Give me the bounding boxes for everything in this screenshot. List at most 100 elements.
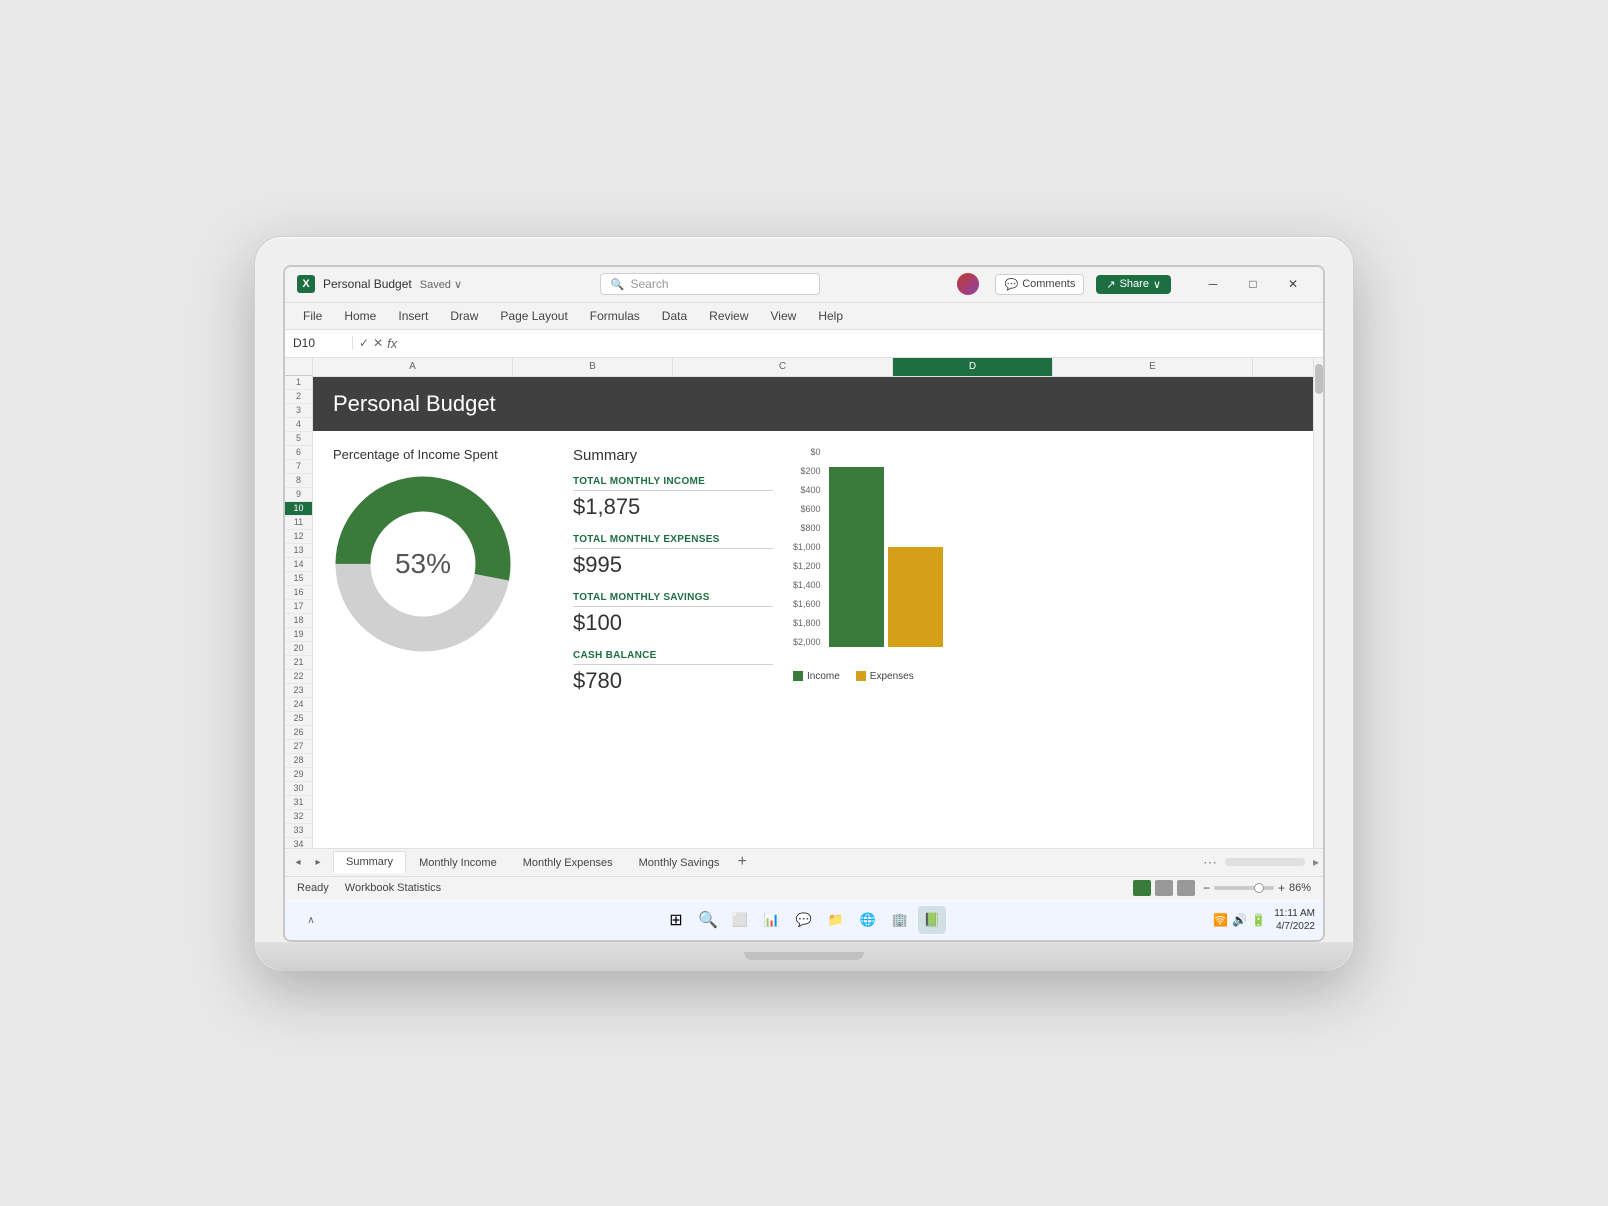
workbook-stats[interactable]: Workbook Statistics — [345, 882, 441, 894]
row-8[interactable]: 8 — [285, 474, 312, 488]
network-icon[interactable]: 🛜 — [1213, 913, 1228, 927]
formula-controls: ✓ ✕ fx — [359, 336, 397, 351]
tab-review[interactable]: Review — [699, 303, 758, 329]
zoom-control[interactable]: − + 86% — [1203, 881, 1311, 895]
cancel-icon[interactable]: ✕ — [373, 336, 383, 351]
taskbar-teams-icon[interactable]: 💬 — [790, 906, 818, 934]
row-3[interactable]: 3 — [285, 404, 312, 418]
search-box[interactable]: 🔍 Search — [600, 273, 820, 295]
sheet-tab-summary[interactable]: Summary — [333, 851, 406, 873]
row-21[interactable]: 21 — [285, 656, 312, 670]
tab-file[interactable]: File — [293, 303, 332, 329]
tab-formulas[interactable]: Formulas — [580, 303, 650, 329]
col-b[interactable]: B — [513, 358, 673, 376]
sheet-tab-monthly-income[interactable]: Monthly Income — [406, 852, 510, 873]
row-17[interactable]: 17 — [285, 600, 312, 614]
taskbar-search-icon[interactable]: 🔍 — [694, 906, 722, 934]
row-32[interactable]: 32 — [285, 810, 312, 824]
row-27[interactable]: 27 — [285, 740, 312, 754]
taskbar-clock[interactable]: 11:11 AM 4/7/2022 — [1274, 907, 1315, 933]
row-16[interactable]: 16 — [285, 586, 312, 600]
check-mark-icon[interactable]: ✓ — [359, 336, 369, 351]
row-11[interactable]: 11 — [285, 516, 312, 530]
tab-help[interactable]: Help — [808, 303, 853, 329]
tab-data[interactable]: Data — [652, 303, 697, 329]
nav-prev-button[interactable]: ◂ — [289, 853, 307, 871]
row-1[interactable]: 1 — [285, 376, 312, 390]
page-layout-view-icon[interactable] — [1155, 880, 1173, 896]
zoom-out-icon[interactable]: − — [1203, 881, 1210, 895]
row-24[interactable]: 24 — [285, 698, 312, 712]
avatar[interactable] — [957, 273, 979, 295]
sheet-tab-monthly-savings[interactable]: Monthly Savings — [626, 852, 733, 873]
row-4[interactable]: 4 — [285, 418, 312, 432]
row-12[interactable]: 12 — [285, 530, 312, 544]
row-25[interactable]: 25 — [285, 712, 312, 726]
row-30[interactable]: 30 — [285, 782, 312, 796]
row-9[interactable]: 9 — [285, 488, 312, 502]
taskbar-chevron-icon[interactable]: ∧ — [297, 906, 325, 934]
col-c[interactable]: C — [673, 358, 893, 376]
sheet-tab-monthly-expenses[interactable]: Monthly Expenses — [510, 852, 626, 873]
taskbar-widgets-icon[interactable]: 📊 — [758, 906, 786, 934]
row-13[interactable]: 13 — [285, 544, 312, 558]
add-sheet-button[interactable]: + — [732, 852, 752, 872]
row-26[interactable]: 26 — [285, 726, 312, 740]
share-button[interactable]: ↗ Share ∨ — [1096, 275, 1171, 294]
normal-view-icon[interactable] — [1133, 880, 1151, 896]
scrollbar-thumb[interactable] — [1315, 364, 1323, 394]
zoom-thumb[interactable] — [1254, 883, 1264, 893]
vertical-scrollbar[interactable] — [1313, 358, 1323, 848]
taskbar-excel-icon[interactable]: 📗 — [918, 906, 946, 934]
row-34[interactable]: 34 — [285, 838, 312, 848]
row-18[interactable]: 18 — [285, 614, 312, 628]
row-5[interactable]: 5 — [285, 432, 312, 446]
horizontal-scrollbar[interactable] — [1225, 858, 1305, 866]
taskbar-explorer-icon[interactable]: 📁 — [822, 906, 850, 934]
row-10[interactable]: 10 — [285, 502, 312, 516]
scroll-right-icon[interactable]: ▸ — [1313, 855, 1319, 869]
tab-page-layout[interactable]: Page Layout — [490, 303, 577, 329]
zoom-slider[interactable] — [1214, 886, 1274, 890]
tab-insert[interactable]: Insert — [388, 303, 438, 329]
row-20[interactable]: 20 — [285, 642, 312, 656]
row-33[interactable]: 33 — [285, 824, 312, 838]
col-e[interactable]: E — [1053, 358, 1253, 376]
row-23[interactable]: 23 — [285, 684, 312, 698]
row-2[interactable]: 2 — [285, 390, 312, 404]
zoom-in-icon[interactable]: + — [1278, 881, 1285, 895]
nav-next-button[interactable]: ▸ — [309, 853, 327, 871]
row-22[interactable]: 22 — [285, 670, 312, 684]
tab-view[interactable]: View — [761, 303, 807, 329]
summary-item-savings: TOTAL MONTHLY SAVINGS $100 — [573, 592, 773, 636]
share-chevron-icon: ∨ — [1153, 278, 1161, 291]
volume-icon[interactable]: 🔊 — [1232, 913, 1247, 927]
taskbar-edge-icon[interactable]: 🌐 — [854, 906, 882, 934]
comments-button[interactable]: 💬 Comments — [995, 274, 1084, 295]
row-15[interactable]: 15 — [285, 572, 312, 586]
battery-icon[interactable]: 🔋 — [1251, 913, 1266, 927]
col-a[interactable]: A — [313, 358, 513, 376]
taskbar-start-button[interactable]: ⊞ — [662, 906, 690, 934]
saved-status[interactable]: Saved ∨ — [420, 278, 462, 291]
tab-home[interactable]: Home — [334, 303, 386, 329]
y-label-400: $400 — [793, 485, 821, 495]
row-6[interactable]: 6 — [285, 446, 312, 460]
close-button[interactable]: ✕ — [1275, 272, 1311, 296]
cell-reference[interactable]: D10 — [293, 336, 353, 350]
tab-draw[interactable]: Draw — [440, 303, 488, 329]
row-31[interactable]: 31 — [285, 796, 312, 810]
col-d[interactable]: D — [893, 358, 1053, 376]
minimize-button[interactable]: ─ — [1195, 272, 1231, 296]
row-28[interactable]: 28 — [285, 754, 312, 768]
taskbar-taskview-icon[interactable]: ⬜ — [726, 906, 754, 934]
row-19[interactable]: 19 — [285, 628, 312, 642]
sheet-options-icon[interactable]: ⋯ — [1203, 854, 1217, 871]
row-29[interactable]: 29 — [285, 768, 312, 782]
page-break-view-icon[interactable] — [1177, 880, 1195, 896]
row-14[interactable]: 14 — [285, 558, 312, 572]
row-7[interactable]: 7 — [285, 460, 312, 474]
maximize-button[interactable]: □ — [1235, 272, 1271, 296]
function-icon[interactable]: fx — [387, 336, 397, 351]
taskbar-store-icon[interactable]: 🏢 — [886, 906, 914, 934]
